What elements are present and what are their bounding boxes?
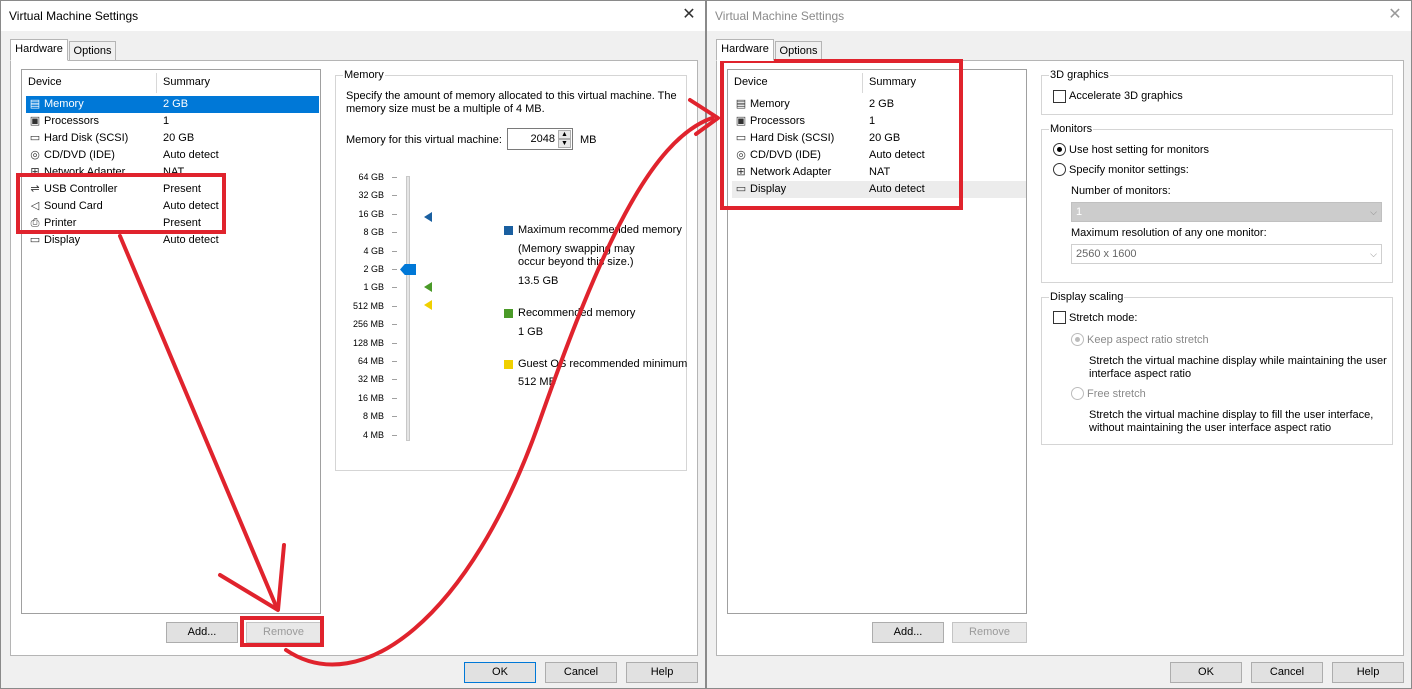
annotation-arrow-curve [284,116,714,667]
right-tab-hardware[interactable]: Hardware [716,39,774,61]
annotation-arrow-to-remove [118,234,278,608]
left-tab-hardware[interactable]: Hardware [10,39,68,61]
annotation-arrows [118,98,720,667]
